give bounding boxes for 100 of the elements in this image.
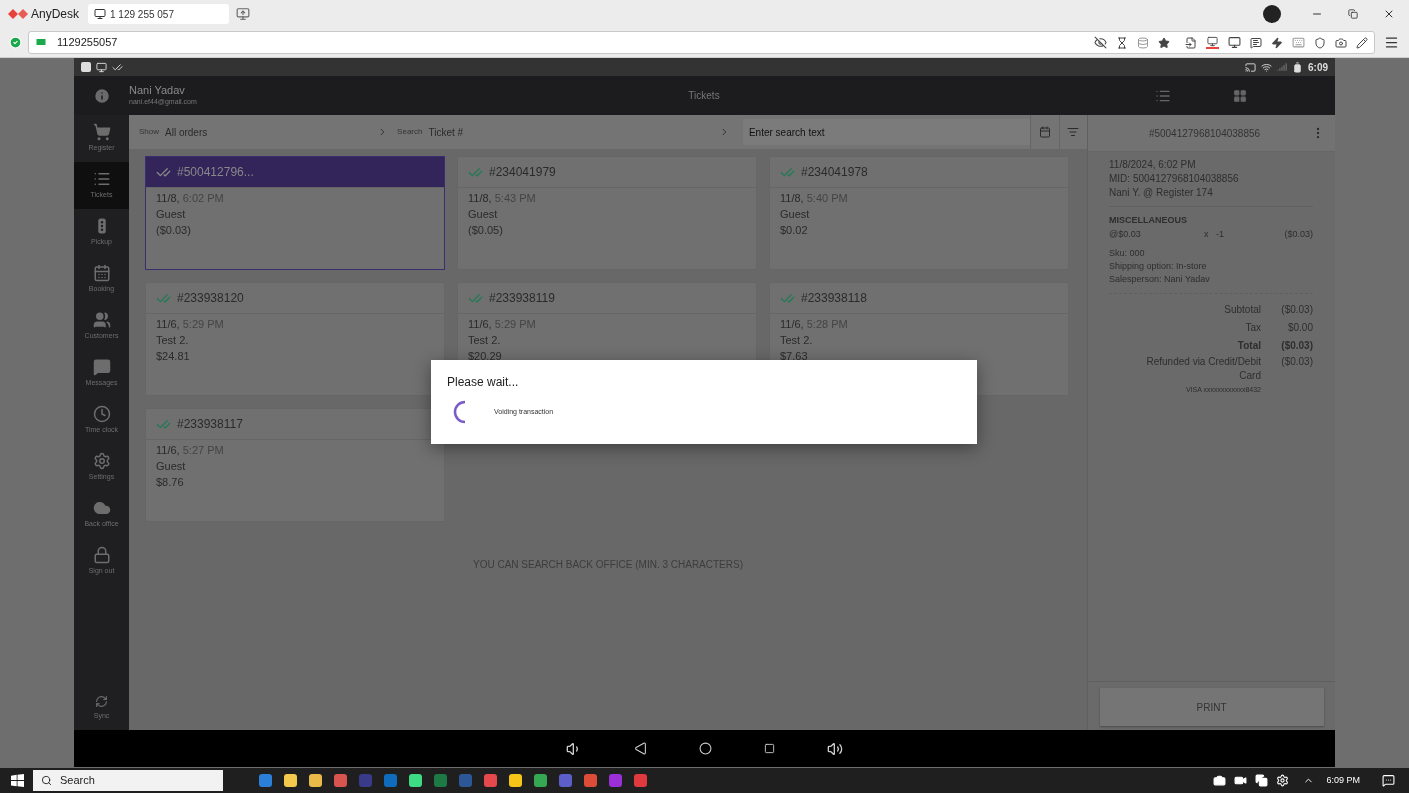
record-icon[interactable] [1335,36,1347,49]
order-date: 11/8/2024, 6:02 PM [1109,158,1197,172]
notifications-icon[interactable] [1382,774,1395,787]
app-icon[interactable] [384,774,397,787]
ticket-amount: ($0.03) [156,223,192,238]
chat-icon[interactable] [1250,36,1262,49]
recents-icon[interactable] [764,743,775,754]
search-value[interactable]: Ticket # [428,124,464,140]
app-icon[interactable] [634,774,647,787]
ticket-customer: Test 2. [156,333,190,348]
signal-icon [1277,62,1287,72]
volume-up-icon[interactable] [827,740,843,757]
app-name: AnyDesk [31,6,80,23]
search-field[interactable]: Enter search text [742,119,1030,145]
ticket-customer: Guest [156,459,187,474]
video-icon[interactable] [1234,774,1248,787]
print-button[interactable]: PRINT [1099,688,1324,726]
order-number: #5004127968104038856 [1147,126,1262,141]
refund-value: ($0.03) [1280,355,1313,369]
menu-icon[interactable] [1384,35,1399,50]
app-icon[interactable] [509,774,522,787]
lightning-icon[interactable] [1271,36,1283,49]
privacy-icon[interactable] [1094,36,1107,49]
app-icon[interactable] [484,774,497,787]
total-value: $0.00 [1286,321,1313,335]
database-icon[interactable] [1137,36,1149,49]
back-icon[interactable] [634,742,647,755]
new-session-icon[interactable] [236,7,251,21]
sort-icon[interactable] [1067,126,1080,138]
pencil-icon[interactable] [1356,36,1368,49]
settings-icon [92,452,111,471]
address-field[interactable]: 1129255057 [28,31,1375,54]
app-icon[interactable] [334,774,347,787]
restore-icon[interactable] [1348,9,1358,19]
total-label: Subtotal [1224,303,1261,317]
total-label: Total [1237,339,1261,353]
ticket-number: #500412796... [177,164,254,181]
keyboard-icon[interactable] [1292,36,1305,49]
people-icon [92,311,111,330]
calendar-icon[interactable] [1038,126,1051,138]
app-icon[interactable] [259,774,272,787]
account-icon[interactable] [1263,5,1281,23]
ticket-number: #234041979 [489,164,556,181]
screen-icon[interactable] [1228,36,1241,49]
app-icon[interactable] [559,774,572,787]
close-icon[interactable] [1383,8,1395,20]
total-value: ($0.03) [1280,303,1313,317]
ticket-customer: Guest [468,207,499,222]
user-name: Nani Yadav [129,83,186,97]
order-mid: MID: 5004127968104038856 [1109,172,1240,186]
calendar-icon [92,264,111,283]
show-value[interactable]: All orders [165,124,208,140]
app-icon[interactable] [309,774,322,787]
total-label: Tax [1245,321,1261,335]
logo-icon [8,7,28,21]
ticket-customer: Guest [156,207,187,222]
ticket-number: #234041978 [801,164,868,181]
app-icon[interactable] [609,774,622,787]
clock-icon [92,405,111,424]
info-icon[interactable] [92,86,111,105]
connected-icon [9,36,22,49]
ticket-amount: $7.63 [780,349,809,364]
order-register: Nani Y. @ Register 174 [1109,186,1214,200]
chat-icon [92,358,111,377]
app-icon[interactable] [284,774,297,787]
app-icon[interactable] [409,774,422,787]
lock-icon [92,546,111,565]
clock-time: 6:09 [1308,60,1328,75]
windows-stack-icon[interactable] [1255,774,1269,787]
ticket-number: #233938120 [177,290,244,307]
wifi-icon [1261,61,1272,73]
taskbar-time: 6:09 PM [1326,773,1360,787]
file-transfer-icon[interactable] [1185,36,1197,49]
windows-icon[interactable] [11,774,24,787]
ticket-number: #233938117 [177,416,243,433]
app-icon[interactable] [534,774,547,787]
cart-icon [92,123,111,142]
search-field[interactable]: Search [33,770,223,791]
spinner-icon [453,400,466,424]
star-icon[interactable] [1158,36,1170,49]
battery-icon [1292,61,1303,73]
camera-icon[interactable] [1213,774,1227,787]
app-icon[interactable] [584,774,597,787]
ticket-amount: $0.02 [780,223,809,238]
session-tab[interactable]: 1 129 255 057 [88,4,230,24]
settings-icon[interactable] [1276,774,1290,787]
display-icon[interactable] [1206,36,1219,49]
app-icon[interactable] [434,774,447,787]
ticket-customer: Guest [780,207,811,222]
ticket-amount: $20.29 [468,349,503,364]
hourglass-icon[interactable] [1116,36,1128,49]
grid-view-icon[interactable] [1233,88,1247,103]
page-title: Tickets [688,89,720,103]
ticket-customer: Test 2. [780,333,814,348]
home-icon[interactable] [699,742,712,755]
ticket-amount: ($0.05) [468,223,504,238]
ticket-amount: $24.81 [156,349,191,364]
search-icon [41,775,52,786]
shield-icon[interactable] [1314,36,1326,49]
ticket-amount: $8.76 [156,475,185,490]
